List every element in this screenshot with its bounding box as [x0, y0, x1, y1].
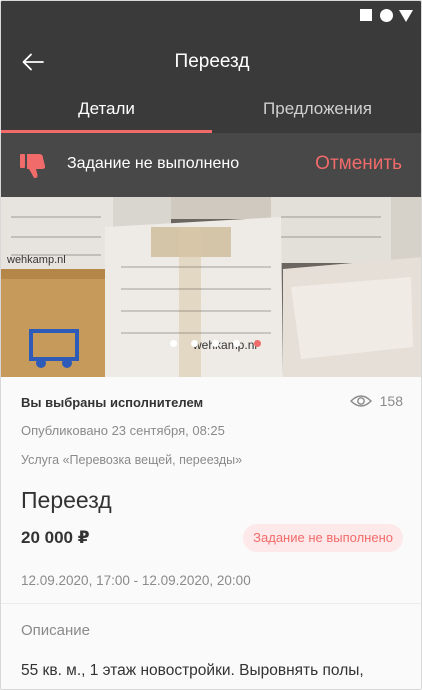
task-details: Вы выбраны исполнителем 158 Опубликовано…	[1, 377, 421, 689]
pagination-dot[interactable]	[169, 340, 177, 347]
pagination-dot[interactable]	[211, 340, 219, 347]
description-label: Описание	[21, 622, 91, 639]
divider	[1, 603, 421, 604]
svg-text:wehkamp.nl: wehkamp.nl	[6, 254, 66, 266]
banner-status-text: Задание не выполнено	[67, 155, 240, 172]
boxes-photo: wehkamp.nl wehkamp.nl	[1, 197, 421, 377]
task-dates: 12.09.2020, 17:00 - 12.09.2020, 20:00	[21, 573, 251, 588]
task-price: 20 000 ₽	[21, 528, 90, 547]
pagination-dot[interactable]	[232, 340, 240, 347]
views-counter: 158	[349, 393, 403, 409]
task-title: Переезд	[21, 487, 112, 513]
tab-bar: Детали Предложения	[1, 91, 421, 133]
views-count: 158	[379, 393, 403, 409]
cancel-button[interactable]: Отменить	[315, 153, 402, 175]
description-text: 55 кв. м., 1 этаж новостройки. Выровнять…	[21, 662, 364, 679]
app-screen: Переезд Детали Предложения Задание не вы…	[0, 0, 422, 690]
status-badge: Задание не выполнено	[243, 524, 403, 552]
recent-apps-icon	[360, 9, 372, 21]
eye-icon	[349, 395, 372, 407]
service-category: Услуга «Перевозка вещей, переезды»	[21, 453, 243, 467]
page-title: Переезд	[174, 51, 250, 72]
back-triangle-icon	[399, 10, 413, 22]
home-icon	[380, 9, 393, 22]
tab-details[interactable]: Детали	[1, 91, 212, 133]
pagination-dot-active[interactable]	[253, 340, 261, 347]
tab-offers[interactable]: Предложения	[212, 91, 421, 133]
selected-as-performer-text: Вы выбраны исполнителем	[21, 395, 204, 410]
task-photo[interactable]: wehkamp.nl wehkamp.nl	[1, 197, 421, 377]
published-date: Опубликовано 23 сентября, 08:25	[21, 423, 225, 438]
task-status-banner: Задание не выполнено Отменить	[1, 133, 421, 197]
pagination-dot[interactable]	[190, 340, 198, 347]
app-bar: Переезд	[1, 31, 421, 91]
top-bar: Переезд Детали Предложения	[1, 1, 421, 133]
photo-pagination	[1, 340, 421, 347]
thumbs-down-icon	[20, 154, 46, 178]
system-status-bar	[1, 1, 421, 31]
